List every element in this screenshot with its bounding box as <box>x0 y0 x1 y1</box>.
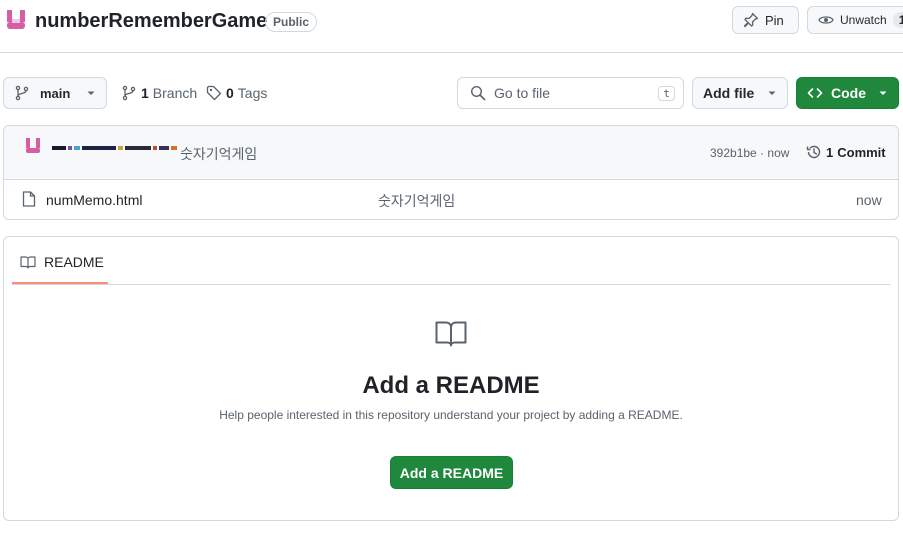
commits-label: Commit <box>837 144 886 160</box>
readme-tab[interactable]: README <box>12 246 108 286</box>
author-name-redacted <box>52 146 177 150</box>
pin-icon <box>743 12 759 28</box>
visibility-badge: Public <box>265 12 318 32</box>
add-readme-button[interactable]: Add a README <box>390 456 513 489</box>
code-icon <box>807 85 823 101</box>
caret-down-icon <box>767 88 777 98</box>
branches-link[interactable]: 1 Branch <box>121 85 197 101</box>
commit-message[interactable]: 숫자기억게임 <box>180 144 257 164</box>
pin-button[interactable]: Pin <box>732 6 799 34</box>
branch-name: main <box>40 85 71 101</box>
repo-name[interactable]: numberRememberGame <box>35 10 267 33</box>
code-button[interactable]: Code <box>796 77 899 109</box>
caret-down-icon <box>86 88 96 98</box>
watch-count: 1 <box>892 12 903 28</box>
book-icon <box>20 254 36 270</box>
readme-title: Add a README <box>362 372 540 399</box>
branches-count: 1 <box>141 85 149 101</box>
readme-tab-label: README <box>44 254 104 270</box>
file-name[interactable]: numMemo.html <box>46 192 142 208</box>
commit-hash[interactable]: 392b1be <box>710 146 757 160</box>
commits-count: 1 <box>826 144 834 160</box>
search-placeholder: Go to file <box>494 85 551 101</box>
commits-link[interactable]: 1 Commit <box>806 144 886 160</box>
add-file-button[interactable]: Add file <box>692 77 788 109</box>
tags-count: 0 <box>226 85 234 101</box>
branches-label: Branch <box>152 85 198 101</box>
shortcut-key: t <box>658 85 675 101</box>
readme-book-icon <box>435 320 467 348</box>
add-file-label: Add file <box>703 85 755 101</box>
file-time: now <box>856 192 882 208</box>
commit-meta: 392b1be · now <box>710 146 789 160</box>
go-to-file-input[interactable]: Go to file t <box>457 77 684 109</box>
header-divider <box>0 52 903 53</box>
add-readme-label: Add a README <box>399 464 504 481</box>
eye-icon <box>818 12 834 28</box>
unwatch-button[interactable]: Unwatch 1 <box>807 6 903 34</box>
meta-separator: · <box>756 146 768 160</box>
readme-header-divider <box>12 284 890 285</box>
file-commit-message[interactable]: 숫자기억게임 <box>378 191 455 211</box>
git-branch-icon <box>121 85 137 101</box>
tags-link[interactable]: 0 Tags <box>206 85 267 101</box>
file-icon <box>22 191 36 207</box>
tag-icon <box>206 85 222 101</box>
git-branch-icon <box>14 85 30 101</box>
commit-time: now <box>767 146 790 160</box>
history-icon <box>806 144 822 160</box>
branch-selector[interactable]: main <box>3 77 107 109</box>
pin-label: Pin <box>765 12 784 28</box>
caret-down-icon <box>878 88 888 98</box>
repo-avatar[interactable] <box>5 9 27 31</box>
file-row: numMemo.html 숫자기억게임 now <box>4 179 898 219</box>
code-label: Code <box>831 85 866 101</box>
tags-label: Tags <box>237 85 268 101</box>
unwatch-label: Unwatch <box>840 13 887 27</box>
search-icon <box>470 85 486 101</box>
author-avatar[interactable] <box>24 137 42 155</box>
readme-description: Help people interested in this repositor… <box>219 408 683 422</box>
